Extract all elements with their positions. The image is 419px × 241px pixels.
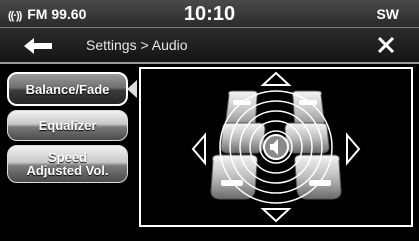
speed-adjusted-volume-label: Speed Adjusted Vol. bbox=[26, 150, 109, 178]
audio-settings-screen: ((·)) FM 99.60 10:10 SW Settings > Audio… bbox=[0, 0, 419, 241]
compass-heading: SW bbox=[376, 6, 399, 22]
title-bar: Settings > Audio bbox=[0, 28, 419, 64]
balance-fade-button[interactable]: Balance/Fade bbox=[7, 72, 128, 106]
equalizer-label: Equalizer bbox=[38, 118, 97, 133]
close-button[interactable] bbox=[377, 36, 395, 54]
speed-adjusted-volume-button[interactable]: Speed Adjusted Vol. bbox=[7, 145, 128, 183]
balance-right-arrow-icon[interactable] bbox=[346, 132, 361, 166]
fade-front-arrow-icon[interactable] bbox=[260, 71, 292, 86]
fade-rear-arrow-icon[interactable] bbox=[260, 208, 292, 223]
speaker-icon[interactable] bbox=[263, 134, 289, 160]
clock: 10:10 bbox=[183, 3, 236, 25]
balance-left-arrow-icon[interactable] bbox=[191, 132, 206, 166]
close-icon bbox=[377, 36, 395, 54]
equalizer-button[interactable]: Equalizer bbox=[7, 110, 128, 141]
active-item-pointer bbox=[127, 80, 137, 98]
breadcrumb: Settings > Audio bbox=[86, 37, 188, 53]
balance-fade-panel[interactable] bbox=[139, 67, 413, 227]
back-button[interactable] bbox=[24, 37, 54, 55]
balance-fade-label: Balance/Fade bbox=[25, 81, 110, 97]
back-arrow-icon bbox=[24, 38, 52, 54]
status-bar: ((·)) FM 99.60 10:10 SW bbox=[0, 0, 419, 28]
